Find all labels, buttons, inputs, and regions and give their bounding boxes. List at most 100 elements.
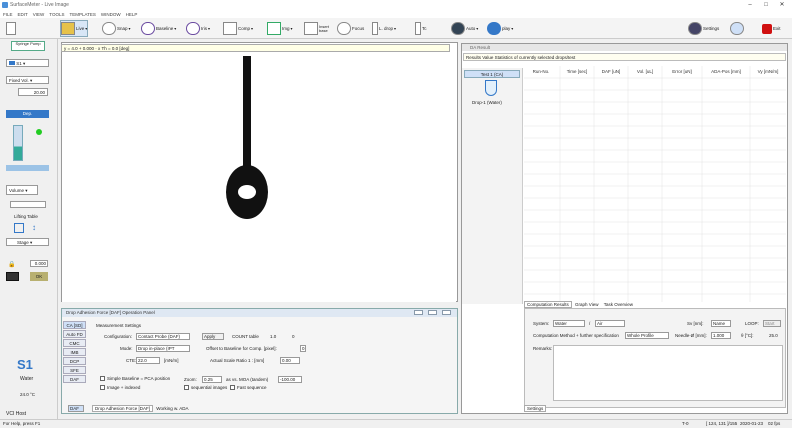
iris-button[interactable]: Iris ▾ <box>186 20 210 37</box>
loop-start-button[interactable]: Start <box>763 320 781 327</box>
play-icon <box>487 22 501 35</box>
offset-input[interactable]: 0 <box>300 345 306 352</box>
exit-button[interactable]: Exit <box>762 20 781 37</box>
tab-drop-adhesion-force[interactable]: Drop Adhesion Force [DAF] <box>92 405 154 412</box>
up-down-arrows-icon[interactable]: ↕ <box>32 223 36 232</box>
tab-cmc[interactable]: CMC <box>63 339 86 347</box>
system-liquid-input[interactable]: Water <box>553 320 585 327</box>
menu-edit[interactable]: EDIT <box>18 12 28 17</box>
restore-panel-button[interactable] <box>428 310 437 315</box>
cte-input[interactable]: 22.0 <box>136 357 160 364</box>
scale-input[interactable]: 0.00 <box>280 357 300 364</box>
tab-working-ada[interactable]: Working w. ADA <box>154 406 190 411</box>
method-select[interactable]: Whole Profile <box>625 332 669 339</box>
system-phase-input[interactable]: Air <box>595 320 625 327</box>
tab-computation-results[interactable]: Computation Results <box>524 301 572 308</box>
syringe-select[interactable]: S1 ▾ <box>6 59 49 67</box>
col-vy[interactable]: Vy [mN/m] <box>750 69 786 74</box>
new-button[interactable] <box>6 20 17 37</box>
volume-dropdown[interactable]: Volume ▾ <box>6 185 38 195</box>
tilt-button[interactable]: Tc <box>415 20 427 37</box>
baseline-button[interactable]: Baseline ▾ <box>141 20 176 37</box>
info-button[interactable] <box>730 20 745 37</box>
simple-baseline-checkbox[interactable] <box>100 376 105 381</box>
settings-button[interactable]: Settings <box>688 20 719 37</box>
tab-settings[interactable]: Settings <box>524 405 547 412</box>
menu-file[interactable]: FILE <box>3 12 13 17</box>
zoom-input[interactable]: 0.25 <box>202 376 222 383</box>
tab-auto-fd[interactable]: Auto FD <box>63 330 86 338</box>
dosing-mode-select[interactable]: Fixed Vol. ▾ <box>6 76 49 84</box>
col-error[interactable]: Error [uN] <box>662 69 702 74</box>
tab-ca-sd[interactable]: CA [SD] <box>63 321 86 329</box>
img-button[interactable]: Img ▾ <box>267 20 293 37</box>
volume-field[interactable] <box>10 201 46 208</box>
apply-button[interactable]: Apply <box>202 333 224 340</box>
menu-view[interactable]: VIEW <box>33 12 45 17</box>
dose-button[interactable]: Dep. <box>6 110 49 118</box>
system-liquid-value: Water <box>555 321 567 326</box>
col-ada-pos[interactable]: ADA-Pos [mm] <box>702 69 750 74</box>
syringe-pump-button[interactable]: Syringe Pump <box>11 41 45 51</box>
minimize-button[interactable]: – <box>742 0 758 10</box>
needle-input[interactable]: 1.000 <box>711 332 731 339</box>
scale-value: 0.00 <box>282 358 291 363</box>
live-button[interactable]: Live ▾ <box>60 20 89 37</box>
stage-position-input[interactable]: 0.000 <box>30 260 48 267</box>
live-image-canvas[interactable] <box>62 56 456 302</box>
stage-select[interactable]: Stage ▾ <box>6 238 49 246</box>
tab-sfe[interactable]: SFE <box>63 366 86 374</box>
menu-help[interactable]: HELP <box>126 12 138 17</box>
syringe-icon <box>372 22 378 35</box>
col-run-no[interactable]: Run-No. <box>526 69 556 74</box>
volume-input[interactable]: 20.00 <box>18 88 48 96</box>
minimize-panel-button[interactable] <box>414 310 423 315</box>
fast-sequence-checkbox[interactable] <box>230 385 235 390</box>
insert-base-button[interactable]: Insert base <box>304 20 331 37</box>
temperature-readout: 24.0 °C <box>20 392 36 397</box>
play-button[interactable]: play ▾ <box>487 20 513 37</box>
tab-dcp[interactable]: DCP <box>63 357 86 365</box>
col-daf[interactable]: DAF [uN] <box>594 69 628 74</box>
maximize-button[interactable]: □ <box>758 0 774 10</box>
col-vol[interactable]: Vol. [uL] <box>628 69 662 74</box>
tab-daf[interactable]: DAF <box>63 375 86 383</box>
configuration-select[interactable]: Contact Probe (DAF) <box>136 333 190 340</box>
mode-select[interactable]: Drop in-place (IPT <box>136 345 190 352</box>
image-indexed-checkbox[interactable] <box>100 385 105 390</box>
menu-tools[interactable]: TOOLS <box>49 12 64 17</box>
drop-1-item[interactable]: Drop-1 (Water) <box>472 100 502 105</box>
count-table-value-2: 0 <box>292 334 295 339</box>
menu-templates[interactable]: TEMPLATES <box>69 12 95 17</box>
menu-window[interactable]: WINDOW <box>101 12 121 17</box>
lock-icon[interactable]: 🔒 <box>8 261 15 268</box>
snap-button[interactable]: Snap ▾ <box>102 20 131 37</box>
stage-mode-input[interactable]: -100.00 <box>278 376 302 383</box>
ok-button[interactable]: OK <box>30 272 48 281</box>
chevron-down-icon: ▾ <box>476 26 479 31</box>
comp-button[interactable]: Comp ▾ <box>223 20 253 37</box>
drop-button[interactable]: L. drop ▾ <box>372 20 396 37</box>
close-window-button[interactable]: ✕ <box>774 0 790 10</box>
drop-label: L. drop <box>379 26 394 31</box>
tab-imb[interactable]: IMB <box>63 348 86 356</box>
drop-image <box>226 56 268 219</box>
image-icon <box>267 22 281 35</box>
test-1-item[interactable]: Test 1 (CA) <box>464 70 520 78</box>
status-led-icon <box>36 129 42 135</box>
record-button[interactable] <box>6 272 19 281</box>
col-time[interactable]: Time [sec] <box>560 69 594 74</box>
daf-mode-button[interactable]: DAF <box>68 405 84 412</box>
status-cursor: [ 124, 131 ]/155 <box>706 421 738 426</box>
offset-label: Offset to Baseline for Comp. [pixel]: <box>206 346 277 351</box>
tab-task-overview[interactable]: Task Overview <box>602 302 635 307</box>
sv-input[interactable]: Name <box>711 320 731 327</box>
baseline-label: Baseline <box>156 26 174 31</box>
tab-graph-view[interactable]: Graph View <box>573 302 600 307</box>
close-panel-button[interactable] <box>442 310 451 315</box>
remarks-textarea[interactable] <box>553 345 783 401</box>
focus-icon <box>337 22 351 35</box>
focus-button[interactable]: Focus <box>337 20 364 37</box>
auto-button[interactable]: Auto ▾ <box>451 20 478 37</box>
sequential-images-checkbox[interactable] <box>184 385 189 390</box>
